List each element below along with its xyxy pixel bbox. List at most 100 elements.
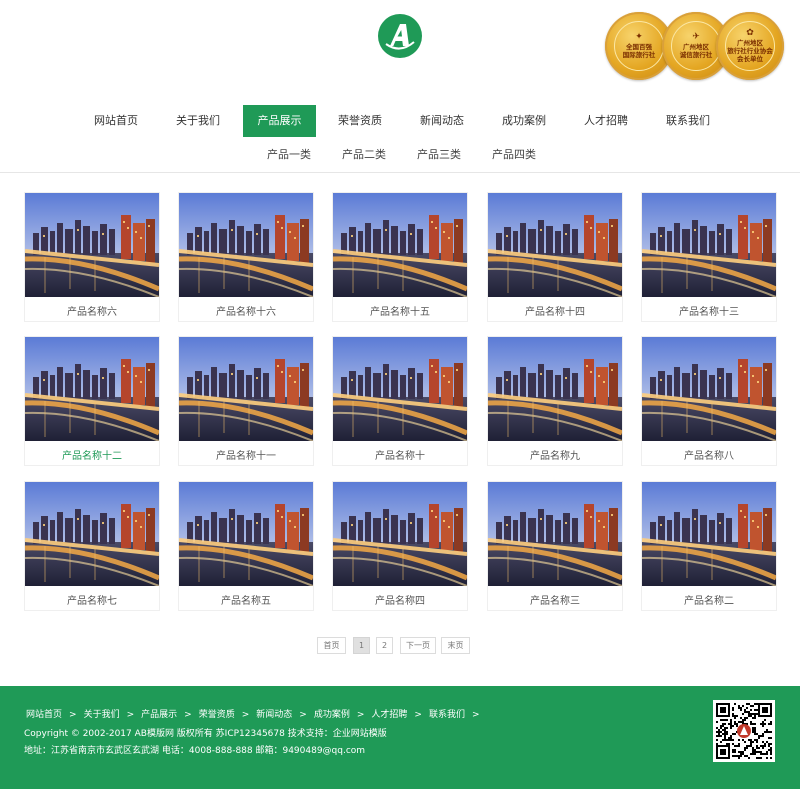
nav-item-6[interactable]: 成功案例 (490, 105, 558, 137)
product-name[interactable]: 产品名称八 (642, 447, 776, 462)
nav-divider (0, 172, 800, 173)
nav-item-8[interactable]: 联系我们 (654, 105, 722, 137)
footer-link-separator: > (356, 710, 365, 720)
footer-link-8[interactable]: 联系我们 (429, 707, 465, 720)
footer-link-3[interactable]: 产品展示 (141, 707, 177, 720)
footer-link-5[interactable]: 新闻动态 (256, 707, 292, 720)
product-card[interactable]: 产品名称四 (332, 481, 468, 611)
product-name[interactable]: 产品名称七 (25, 592, 159, 607)
product-card[interactable]: 产品名称十五 (332, 192, 468, 322)
footer-link-4[interactable]: 荣誉资质 (199, 707, 235, 720)
sub-nav: 产品一类 产品二类 产品三类 产品四类 (0, 145, 800, 165)
subnav-item-1[interactable]: 产品一类 (267, 145, 311, 165)
product-name[interactable]: 产品名称十四 (488, 303, 622, 318)
product-card[interactable]: 产品名称八 (641, 336, 777, 466)
product-card[interactable]: 产品名称二 (641, 481, 777, 611)
footer-link-separator: > (126, 710, 135, 720)
product-photo[interactable] (642, 482, 776, 586)
medal-inner: ✿ 广州地区 旅行社行业协会 会长单位 (725, 21, 775, 71)
product-name[interactable]: 产品名称五 (179, 592, 313, 607)
product-photo[interactable] (642, 193, 776, 297)
footer-links: 网站首页 > 关于我们 > 产品展示 > 荣誉资质 > 新闻动态 > 成功案例 > 人才招聘 > 联系我们 > (26, 707, 487, 720)
product-photo-image (25, 193, 159, 297)
nav-item-3[interactable]: 产品展示 (243, 105, 316, 137)
pagination-next-button[interactable]: 下一页 (400, 637, 436, 654)
product-card[interactable]: 产品名称五 (178, 481, 314, 611)
nav-item-1[interactable]: 网站首页 (82, 105, 150, 137)
nav-item-7[interactable]: 人才招聘 (572, 105, 640, 137)
subnav-item-2[interactable]: 产品二类 (342, 145, 386, 165)
product-photo-image (642, 337, 776, 441)
footer-link-1[interactable]: 网站首页 (26, 707, 62, 720)
product-name[interactable]: 产品名称四 (333, 592, 467, 607)
pagination-first-button[interactable]: 首页 (317, 637, 346, 654)
pagination-last-button[interactable]: 末页 (441, 637, 470, 654)
product-photo[interactable] (25, 337, 159, 441)
product-photo-image (488, 193, 622, 297)
product-photo[interactable] (333, 482, 467, 586)
product-name[interactable]: 产品名称十三 (642, 303, 776, 318)
product-photo[interactable] (488, 482, 622, 586)
product-name[interactable]: 产品名称六 (25, 303, 159, 318)
medal-inner: ✦ 全国百强 国际旅行社 (614, 21, 664, 71)
product-photo-image (642, 482, 776, 586)
product-photo-image (333, 337, 467, 441)
site-header: ✦ 全国百强 国际旅行社 ✈ 广州地区 诚信旅行社 ✿ 广州地区 旅行社行业协会 会长单位 (0, 0, 800, 100)
nav-item-2[interactable]: 关于我们 (164, 105, 232, 137)
footer-link-7[interactable]: 人才招聘 (371, 707, 407, 720)
pagination-page-1[interactable]: 1 (353, 637, 370, 654)
product-photo[interactable] (25, 482, 159, 586)
footer-link-2[interactable]: 关于我们 (84, 707, 120, 720)
product-photo[interactable] (333, 193, 467, 297)
footer-address: 地址：江苏省南京市玄武区玄武湖 电话：4008-888-888 邮箱：94904… (24, 746, 366, 756)
product-photo[interactable] (642, 337, 776, 441)
product-photo-image (333, 193, 467, 297)
product-photo-image (488, 482, 622, 586)
product-card[interactable]: 产品名称七 (24, 481, 160, 611)
product-card[interactable]: 产品名称十六 (178, 192, 314, 322)
product-name[interactable]: 产品名称十 (333, 447, 467, 462)
nav-item-5[interactable]: 新闻动态 (408, 105, 476, 137)
product-card[interactable]: 产品名称十四 (487, 192, 623, 322)
product-card[interactable]: 产品名称九 (487, 336, 623, 466)
footer-link-separator: > (184, 710, 192, 720)
product-photo[interactable] (488, 337, 622, 441)
product-name[interactable]: 产品名称十五 (333, 303, 467, 318)
site-logo-icon[interactable] (378, 14, 422, 58)
product-card[interactable]: 产品名称六 (24, 192, 160, 322)
product-photo[interactable] (179, 193, 313, 297)
product-card[interactable]: 产品名称十三 (641, 192, 777, 322)
product-name[interactable]: 产品名称十六 (179, 303, 313, 318)
subnav-item-4[interactable]: 产品四类 (492, 145, 536, 165)
medal-emblem-icon: ✿ (746, 28, 754, 38)
qr-code-icon (713, 700, 775, 762)
product-name[interactable]: 产品名称十一 (179, 447, 313, 462)
product-card[interactable]: 产品名称十二 (24, 336, 160, 466)
pagination-page-2[interactable]: 2 (376, 637, 393, 654)
medal-text: 广州地区 旅行社行业协会 会长单位 (727, 39, 773, 63)
footer-link-separator: > (471, 710, 480, 720)
product-card[interactable]: 产品名称三 (487, 481, 623, 611)
footer-link-separator: > (414, 710, 422, 720)
product-name[interactable]: 产品名称二 (642, 592, 776, 607)
product-photo[interactable] (488, 193, 622, 297)
product-name[interactable]: 产品名称三 (488, 592, 622, 607)
product-photo[interactable] (25, 193, 159, 297)
nav-item-4[interactable]: 荣誉资质 (326, 105, 394, 137)
medal-text: 全国百强 国际旅行社 (622, 43, 656, 59)
pagination: 首页 1 2 下一页 末页 (0, 637, 800, 655)
product-photo-image (25, 337, 159, 441)
product-photo[interactable] (179, 482, 313, 586)
footer-link-6[interactable]: 成功案例 (314, 707, 350, 720)
product-photo[interactable] (333, 337, 467, 441)
product-name[interactable]: 产品名称十二 (25, 447, 159, 462)
product-photo-image (333, 482, 467, 586)
product-photo-image (179, 482, 313, 586)
product-name[interactable]: 产品名称九 (488, 447, 622, 462)
product-photo[interactable] (179, 337, 313, 441)
product-photo-image (25, 482, 159, 586)
product-card[interactable]: 产品名称十一 (178, 336, 314, 466)
main-nav: 网站首页 关于我们 产品展示 荣誉资质 新闻动态 成功案例 人才招聘 联系我们 (0, 105, 800, 137)
subnav-item-3[interactable]: 产品三类 (417, 145, 461, 165)
product-card[interactable]: 产品名称十 (332, 336, 468, 466)
